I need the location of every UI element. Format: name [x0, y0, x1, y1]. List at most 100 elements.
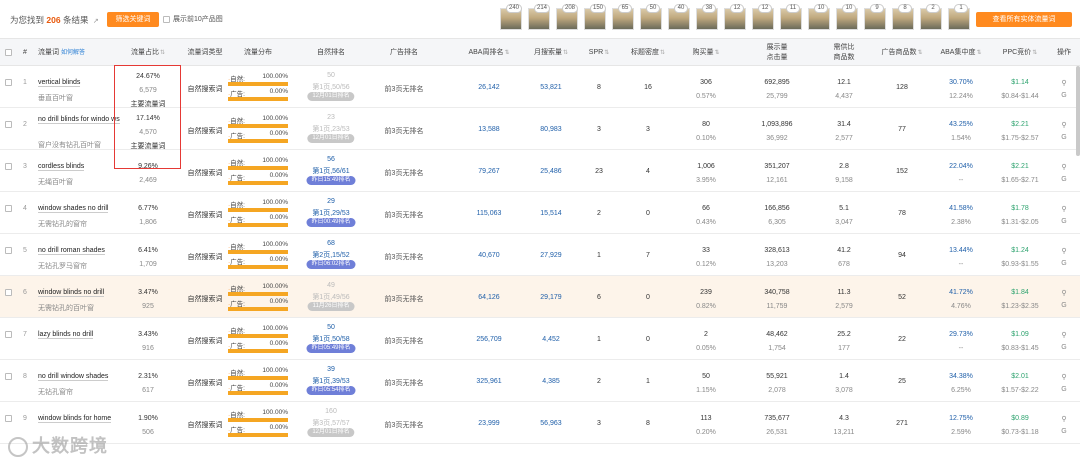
aba-rank-value[interactable]: 40,670	[458, 252, 520, 259]
rank-date-pill[interactable]: 12月01日排名	[307, 134, 355, 143]
table-row[interactable]: 9 window blinds for home 1.90% 506 自然搜索词 ·自然:…	[0, 402, 1080, 444]
keyword-link[interactable]: window blinds for home	[38, 415, 112, 423]
col-keyword[interactable]: 流量词 如何解答	[38, 39, 110, 67]
product-thumbnail[interactable]: 12	[724, 4, 748, 32]
table-row[interactable]: 8 no drill window shades 无钻孔窗帘 2.31% 617 自然搜索…	[0, 360, 1080, 402]
aba-rank-value[interactable]: 256,709	[458, 336, 520, 343]
checkbox-icon[interactable]	[5, 331, 12, 338]
organic-rank-cell[interactable]: 50 第1页,50/56 12月01日排名	[296, 66, 366, 108]
product-thumbnail[interactable]: 208	[556, 4, 580, 32]
google-search-icon[interactable]: G	[1052, 260, 1076, 267]
keyword-cell[interactable]: cordless blinds 无绳百叶窗	[38, 150, 116, 192]
organic-rank-cell[interactable]: 23 第1页,23/53 12月01日排名	[296, 108, 366, 150]
google-search-icon[interactable]: G	[1052, 92, 1076, 99]
product-thumbnail[interactable]: 9	[864, 4, 888, 32]
rank-date-pill[interactable]: 昨日05:49排名	[306, 344, 356, 353]
sort-icon[interactable]: ⇅	[976, 50, 981, 56]
keyword-link[interactable]: lazy blinds no drill	[38, 331, 94, 339]
product-thumbnail[interactable]: 10	[836, 4, 860, 32]
keyword-cell[interactable]: no drill roman shades 无钻孔罗马窗帘	[38, 234, 116, 276]
keyword-cell[interactable]: window shades no drill 无需钻孔的窗帘	[38, 192, 116, 234]
rank-date-pill[interactable]: 11月26日排名	[307, 302, 355, 311]
table-row[interactable]: 5 no drill roman shades 无钻孔罗马窗帘 6.41% 1,709 自…	[0, 234, 1080, 276]
monthly-search-cell[interactable]: 4,452	[524, 318, 578, 360]
amazon-search-icon[interactable]: ⚲	[1052, 415, 1076, 423]
google-search-icon[interactable]: G	[1052, 218, 1076, 225]
checkbox-icon[interactable]	[5, 205, 12, 212]
organic-rank-cell[interactable]: 56 第1页,56/61 昨日15:49排名	[296, 150, 366, 192]
checkbox-icon[interactable]	[163, 15, 170, 23]
monthly-search-cell[interactable]: 15,514	[524, 192, 578, 234]
monthly-search-cell[interactable]: 4,385	[524, 360, 578, 402]
product-thumbnail[interactable]: 38	[696, 4, 720, 32]
keyword-cell[interactable]: vertical blinds 垂直百叶窗	[38, 66, 116, 108]
rank-date-pill[interactable]: 12月01日排名	[307, 428, 355, 437]
monthly-search-cell[interactable]: 25,486	[524, 150, 578, 192]
sort-icon[interactable]: ⇅	[917, 50, 922, 56]
table-row[interactable]: 4 window shades no drill 无需钻孔的窗帘 6.77% 1,806…	[0, 192, 1080, 234]
monthly-search-value[interactable]: 25,486	[524, 168, 578, 175]
monthly-search-value[interactable]: 80,983	[524, 126, 578, 133]
keyword-link[interactable]: window blinds no drill	[38, 289, 105, 297]
keyword-cell[interactable]: no drill window shades 无钻孔窗帘	[38, 360, 116, 402]
google-search-icon[interactable]: G	[1052, 176, 1076, 183]
col-monthly-search[interactable]: 月搜索量⇅	[524, 39, 578, 67]
product-thumbnail[interactable]: 240	[500, 4, 524, 32]
aba-rank-value[interactable]: 26,142	[458, 84, 520, 91]
aba-rank-value[interactable]: 23,999	[458, 420, 520, 427]
monthly-search-cell[interactable]: 56,963	[524, 402, 578, 444]
monthly-search-value[interactable]: 15,514	[524, 210, 578, 217]
amazon-search-icon[interactable]: ⚲	[1052, 79, 1076, 87]
keyword-link[interactable]: no drill roman shades	[38, 247, 105, 255]
sort-icon[interactable]: ⇅	[1032, 50, 1037, 56]
aba-rank-cell[interactable]: 26,142	[458, 66, 520, 108]
amazon-search-icon[interactable]: ⚲	[1052, 289, 1076, 297]
col-ppc[interactable]: PPC竞价⇅	[996, 39, 1044, 67]
keyword-help-link[interactable]: 如何解答	[61, 50, 85, 56]
organic-rank-cell[interactable]: 29 第1页,29/53 昨日00:49排名	[296, 192, 366, 234]
amazon-search-icon[interactable]: ⚲	[1052, 331, 1076, 339]
amazon-search-icon[interactable]: ⚲	[1052, 121, 1076, 129]
rank-date-pill[interactable]: 昨日00:49排名	[306, 218, 356, 227]
checkbox-icon[interactable]	[5, 163, 12, 170]
product-thumbnail[interactable]: 8	[892, 4, 916, 32]
show-top10-toggle[interactable]: 展示前10产品图	[163, 14, 223, 24]
aba-rank-value[interactable]: 79,267	[458, 168, 520, 175]
keyword-cell[interactable]: no drill blinds for windo ws 窗户没有钻孔百叶窗	[38, 108, 120, 150]
aba-rank-value[interactable]: 115,063	[458, 210, 520, 217]
aba-rank-cell[interactable]: 325,961	[458, 360, 520, 402]
select-all-checkbox[interactable]	[4, 39, 16, 67]
keyword-link[interactable]: cordless blinds	[38, 163, 85, 171]
table-row[interactable]: 6 window blinds no drill 无需钻孔的百叶窗 3.47% 925 自…	[0, 276, 1080, 318]
row-checkbox[interactable]	[4, 108, 16, 150]
product-thumbnail[interactable]: 50	[640, 4, 664, 32]
keyword-link[interactable]: no drill window shades	[38, 373, 109, 381]
checkbox-icon[interactable]	[5, 415, 12, 422]
checkbox-icon[interactable]	[5, 48, 12, 56]
vertical-scrollbar[interactable]	[1076, 66, 1080, 156]
google-search-icon[interactable]: G	[1052, 134, 1076, 141]
product-thumbnail[interactable]: 40	[668, 4, 692, 32]
monthly-search-value[interactable]: 27,929	[524, 252, 578, 259]
row-checkbox[interactable]	[4, 234, 16, 276]
google-search-icon[interactable]: G	[1052, 302, 1076, 309]
amazon-search-icon[interactable]: ⚲	[1052, 373, 1076, 381]
aba-rank-value[interactable]: 13,588	[458, 126, 520, 133]
col-purchase[interactable]: 购买量⇅	[686, 39, 726, 67]
monthly-search-cell[interactable]: 29,179	[524, 276, 578, 318]
table-row[interactable]: 7 lazy blinds no drill 3.43% 916 自然搜索词 ·自然: 10…	[0, 318, 1080, 360]
external-link-icon[interactable]: ↗	[93, 18, 99, 25]
aba-rank-cell[interactable]: 64,126	[458, 276, 520, 318]
view-all-flow-keywords-button[interactable]: 查看所有实体流量词	[976, 12, 1072, 27]
rank-date-pill[interactable]: 昨日05:54排名	[306, 386, 356, 395]
google-search-icon[interactable]: G	[1052, 428, 1076, 435]
monthly-search-value[interactable]: 4,452	[524, 336, 578, 343]
aba-rank-cell[interactable]: 256,709	[458, 318, 520, 360]
keyword-link[interactable]: vertical blinds	[38, 79, 81, 87]
sort-icon[interactable]: ⇅	[714, 50, 719, 56]
rank-date-pill[interactable]: 昨日15:49排名	[306, 176, 356, 185]
checkbox-icon[interactable]	[5, 247, 12, 254]
monthly-search-value[interactable]: 56,963	[524, 420, 578, 427]
keyword-link[interactable]: no drill blinds for windo ws	[38, 116, 120, 124]
sort-icon[interactable]: ⇅	[504, 50, 509, 56]
